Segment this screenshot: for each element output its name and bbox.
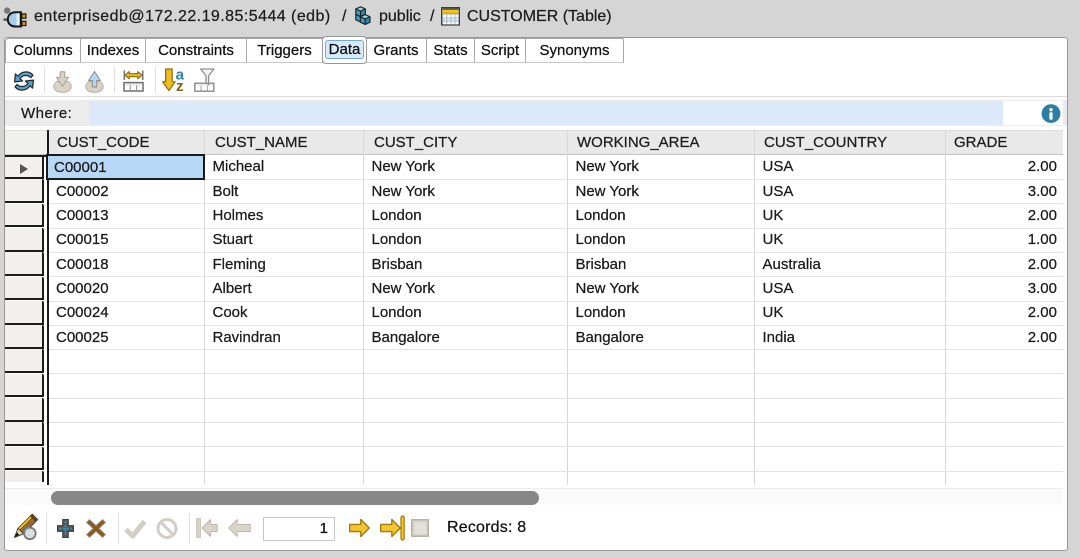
svg-text:z: z [176,78,184,95]
